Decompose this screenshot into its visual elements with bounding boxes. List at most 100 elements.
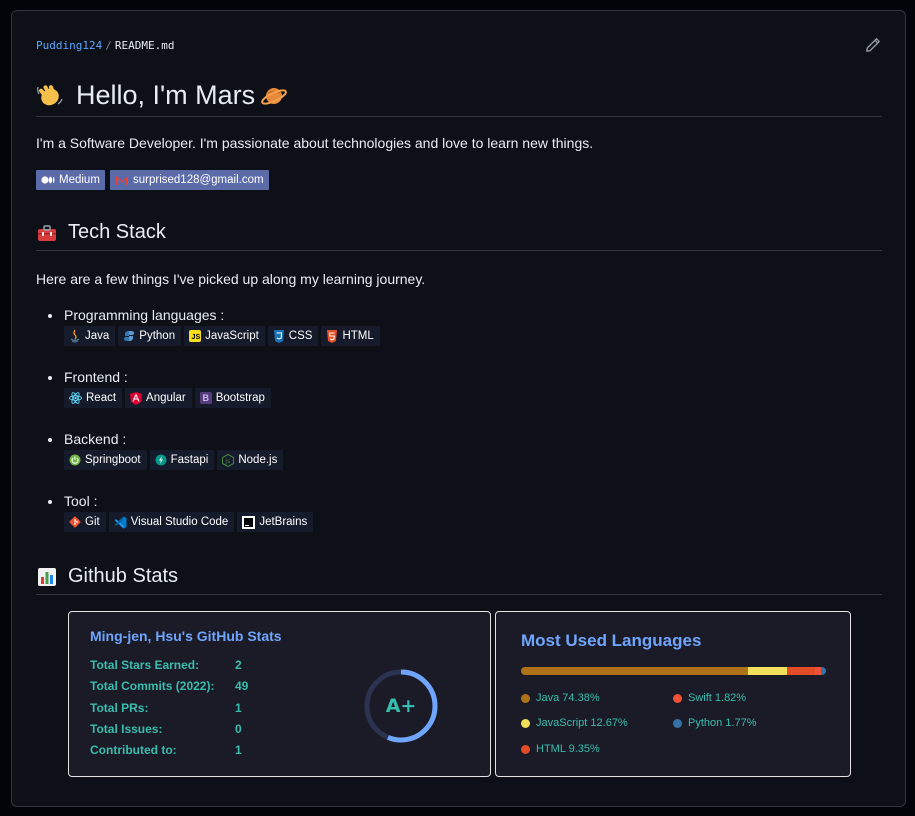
top-languages-card[interactable]: Most Used Languages Java 74.38% JavaScri… <box>495 611 851 777</box>
badge-react-label: React <box>86 392 117 404</box>
tool-badges: Git Visual Studio Code JetBrains <box>64 512 314 532</box>
page-title: Hello, I'm Mars <box>76 80 256 110</box>
jetbrains-icon <box>242 515 256 529</box>
category-label-tool: Tool : <box>64 493 98 509</box>
bootstrap-icon: B <box>199 392 212 404</box>
language-dot-swift <box>673 693 682 703</box>
gmail-badge[interactable]: surprised128@gmail.com <box>110 170 269 190</box>
tech-stack-heading: Tech Stack <box>36 215 882 251</box>
languages-badges: Java Python JS JavaScript CSS HTML <box>64 326 380 346</box>
waving-hand-icon <box>37 84 63 105</box>
stat-row: Total Stars Earned: 2 <box>90 658 242 672</box>
category-label-backend: Backend : <box>64 431 127 447</box>
readme-heading: Hello, I'm Mars <box>36 75 882 117</box>
stat-value: 0 <box>235 722 242 736</box>
breadcrumb: Pudding124/README.md <box>36 39 174 52</box>
springboot-icon <box>69 454 81 466</box>
badge-angular-label: Angular <box>146 392 186 404</box>
badge-css[interactable]: CSS <box>267 326 319 346</box>
language-item: JavaScript 12.67% <box>521 717 628 729</box>
language-dot-javascript <box>521 718 530 728</box>
badge-python-label: Python <box>139 330 176 342</box>
badge-java[interactable]: Java <box>64 326 116 346</box>
badge-git[interactable]: Git <box>64 512 106 532</box>
breadcrumb-owner-link[interactable]: Pudding124 <box>36 39 102 52</box>
language-dot-java <box>521 693 530 703</box>
badge-fastapi[interactable]: Fastapi <box>149 450 215 470</box>
badge-nodejs-label: Node.js <box>238 454 278 466</box>
stat-row: Contributed to: 1 <box>90 743 242 757</box>
language-label: Java 74.38% <box>536 692 600 704</box>
github-stats-title: Github Stats <box>68 565 179 587</box>
github-stats-heading: Github Stats <box>36 559 882 595</box>
ringed-planet-icon <box>261 87 288 105</box>
vscode-icon <box>114 516 127 528</box>
badge-html-label: HTML <box>342 330 374 342</box>
badge-bootstrap[interactable]: B Bootstrap <box>194 388 271 408</box>
nodejs-icon: js <box>222 453 235 467</box>
breadcrumb-file: README.md <box>114 39 175 52</box>
language-bar-segment-python <box>820 667 826 675</box>
badge-nodejs[interactable]: js Node.js <box>217 450 284 470</box>
edit-file-button[interactable] <box>865 37 883 55</box>
badge-fastapi-label: Fastapi <box>170 454 209 466</box>
toolbox-icon <box>38 224 56 241</box>
html5-icon <box>327 329 338 343</box>
angular-icon <box>130 391 143 405</box>
stat-label: Total PRs: <box>90 701 149 715</box>
stat-row: Total PRs: 1 <box>90 701 242 715</box>
language-label: Python 1.77% <box>688 717 757 729</box>
language-item: HTML 9.35% <box>521 743 600 755</box>
badge-springboot[interactable]: Springboot <box>64 450 147 470</box>
backend-badges: Springboot Fastapi js Node.js <box>64 450 284 470</box>
badge-html[interactable]: HTML <box>321 326 380 346</box>
language-bar-segment-javascript <box>747 667 787 675</box>
github-stats-card[interactable]: Ming-jen, Hsu's GitHub Stats Total Stars… <box>68 611 491 777</box>
breadcrumb-separator: / <box>105 39 112 52</box>
badge-angular[interactable]: Angular <box>125 388 192 408</box>
badge-react[interactable]: React <box>64 388 123 408</box>
stat-value: 49 <box>235 679 249 693</box>
language-dot-python <box>673 718 682 728</box>
medium-badge[interactable]: Medium <box>36 170 105 190</box>
badge-python[interactable]: Python <box>118 326 182 346</box>
javascript-icon: JS <box>189 330 202 342</box>
readme-panel: Pudding124/README.md Hello, I'm Mars I'm… <box>11 10 906 807</box>
badge-bootstrap-label: Bootstrap <box>215 392 265 404</box>
badge-git-label: Git <box>85 516 100 528</box>
stat-row: Total Issues: 0 <box>90 722 242 736</box>
language-label: Swift 1.82% <box>688 692 747 704</box>
badge-java-label: Java <box>85 330 110 342</box>
language-dot-html <box>521 744 530 754</box>
medium-icon <box>41 176 55 184</box>
language-label: JavaScript 12.67% <box>536 717 628 729</box>
badge-vscode-label: Visual Studio Code <box>130 516 229 528</box>
fastapi-icon <box>155 454 167 466</box>
lang-card-title: Most Used Languages <box>521 631 702 650</box>
language-bar-segment-html <box>786 667 816 675</box>
badge-javascript[interactable]: JS JavaScript <box>184 326 265 346</box>
stats-card-title: Ming-jen, Hsu's GitHub Stats <box>90 628 282 644</box>
gmail-icon <box>116 175 128 185</box>
badge-javascript-label: JavaScript <box>205 330 259 342</box>
category-label-languages: Programming languages : <box>64 307 225 323</box>
badge-jetbrains-label: JetBrains <box>259 516 308 528</box>
language-item: Swift 1.82% <box>673 692 746 704</box>
pencil-icon <box>866 38 880 52</box>
badge-vscode[interactable]: Visual Studio Code <box>108 512 235 532</box>
badge-jetbrains[interactable]: JetBrains <box>237 512 314 532</box>
stat-label: Total Issues: <box>90 722 163 736</box>
stat-row: Total Commits (2022): 49 <box>90 679 248 693</box>
language-progress-bar <box>521 667 826 675</box>
grade-text: A+ <box>385 695 417 717</box>
language-item: Java 74.38% <box>521 692 600 704</box>
language-bar-segment-java <box>521 667 748 675</box>
stat-label: Total Stars Earned: <box>90 658 200 672</box>
stat-value: 1 <box>235 743 242 757</box>
tech-stack-title: Tech Stack <box>68 221 166 243</box>
list-bullet <box>48 438 52 442</box>
react-icon <box>69 392 82 404</box>
css3-icon <box>273 329 284 343</box>
list-bullet <box>48 376 52 380</box>
java-icon <box>70 329 80 343</box>
